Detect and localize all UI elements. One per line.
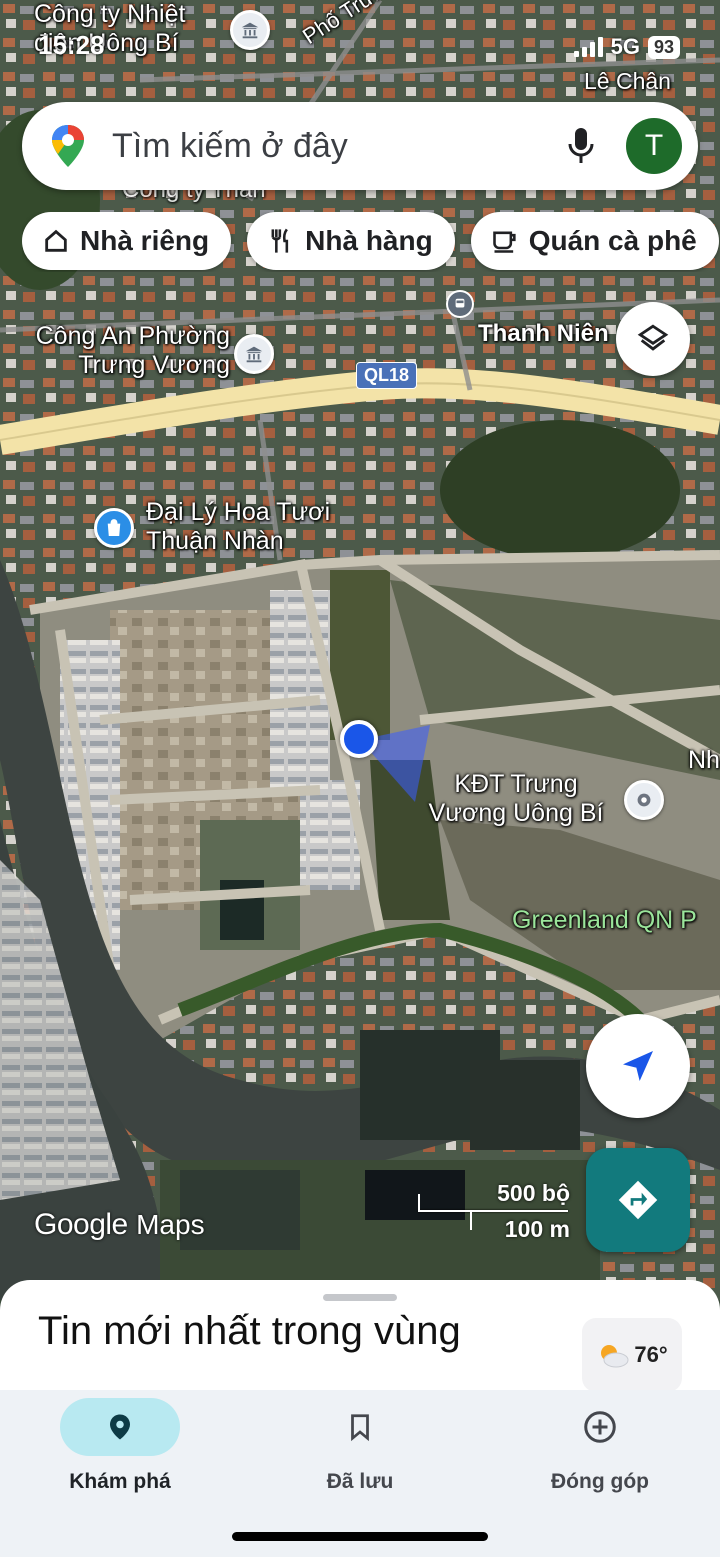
category-chips: Nhà riêng Nhà hàng Quán cà phê	[22, 212, 720, 272]
weather-chip[interactable]: 76°	[582, 1318, 682, 1392]
home-indicator[interactable]	[232, 1532, 488, 1541]
nav-contribute-label: Đóng góp	[551, 1470, 649, 1493]
sheet-title: Tin mới nhất trong vùng	[38, 1309, 461, 1353]
map-label-nh: Nh	[688, 746, 720, 774]
google-maps-pin-icon	[52, 125, 84, 167]
government-building-icon[interactable]	[230, 10, 270, 50]
map-label-greenland[interactable]: Greenland QN P	[512, 906, 697, 935]
google-maps-logo: Google Maps	[34, 1208, 205, 1242]
status-indicators: 5G 93	[573, 30, 680, 64]
highway-shield-label: QL18	[364, 365, 410, 385]
chip-cafe[interactable]: Quán cà phê	[470, 212, 719, 270]
battery-indicator: 93	[647, 35, 680, 59]
current-location-dot	[340, 720, 378, 758]
place-pin-icon[interactable]	[624, 780, 664, 820]
directions-icon	[618, 1180, 658, 1220]
nav-saved-label: Đã lưu	[326, 1470, 394, 1493]
scale-imperial: 500 bộ	[497, 1180, 570, 1206]
chip-restaurant-label: Nhà hàng	[305, 225, 433, 256]
maps-wordmark: Maps	[136, 1209, 205, 1240]
nav-saved[interactable]: Đã lưu	[280, 1398, 440, 1494]
search-bar[interactable]: Tìm kiếm ở đây T	[22, 102, 698, 190]
scale-metric: 100 m	[504, 1216, 570, 1242]
chip-home[interactable]: Nhà riêng	[22, 212, 232, 270]
explore-pin-icon	[110, 1414, 130, 1440]
chip-home-label: Nhà riêng	[80, 225, 210, 256]
map-label-dai-ly-hoa[interactable]: Đại Lý Hoa Tươi Thuận Nhàn	[146, 498, 366, 556]
add-circle-icon	[584, 1411, 616, 1443]
account-avatar[interactable]: T	[626, 118, 682, 174]
layers-icon	[637, 324, 669, 351]
partly-cloudy-icon	[601, 1345, 629, 1368]
map-label-le-chan: Lê Chân	[584, 68, 671, 94]
signal-icon	[573, 37, 603, 57]
shopping-bag-icon[interactable]	[94, 508, 134, 548]
home-icon	[45, 229, 67, 252]
microphone-icon[interactable]	[564, 126, 598, 166]
nav-contribute[interactable]: Đóng góp	[520, 1398, 680, 1494]
search-input[interactable]: Tìm kiếm ở đây	[112, 127, 564, 166]
nav-explore[interactable]: Khám phá	[40, 1398, 200, 1494]
navigation-arrow-icon	[623, 1051, 653, 1081]
directions-button[interactable]	[586, 1148, 690, 1252]
map-scale: 500 bộ 100 m	[416, 1180, 576, 1250]
bookmark-icon	[351, 1414, 369, 1442]
sheet-drag-handle[interactable]	[323, 1294, 397, 1301]
map-label-thanh-nien: Thanh Niên	[478, 320, 609, 347]
chip-restaurant[interactable]: Nhà hàng	[247, 212, 455, 270]
google-wordmark: Google	[34, 1208, 128, 1241]
bus-stop-icon[interactable]	[446, 290, 474, 318]
status-time: 15:28	[38, 30, 105, 60]
map-label-cong-an[interactable]: Công An Phường Trưng Vương	[0, 322, 230, 380]
cafe-icon	[492, 231, 516, 253]
restaurant-icon	[271, 228, 289, 253]
chip-cafe-label: Quán cà phê	[528, 225, 697, 256]
bottom-sheet[interactable]: Tin mới nhất trong vùng 76°	[0, 1280, 720, 1400]
map-label-kdt[interactable]: KĐT Trưng Vương Uông Bí	[416, 770, 616, 828]
layers-button[interactable]	[616, 302, 690, 376]
network-type: 5G	[610, 34, 640, 59]
police-building-icon[interactable]	[234, 334, 274, 374]
bottom-navigation: Khám phá Đã lưu Đóng góp	[0, 1390, 720, 1557]
nav-explore-label: Khám phá	[69, 1470, 171, 1493]
my-location-button[interactable]	[586, 1014, 690, 1118]
weather-temperature: 76°	[634, 1342, 668, 1367]
highway-shield: QL18	[356, 362, 418, 389]
